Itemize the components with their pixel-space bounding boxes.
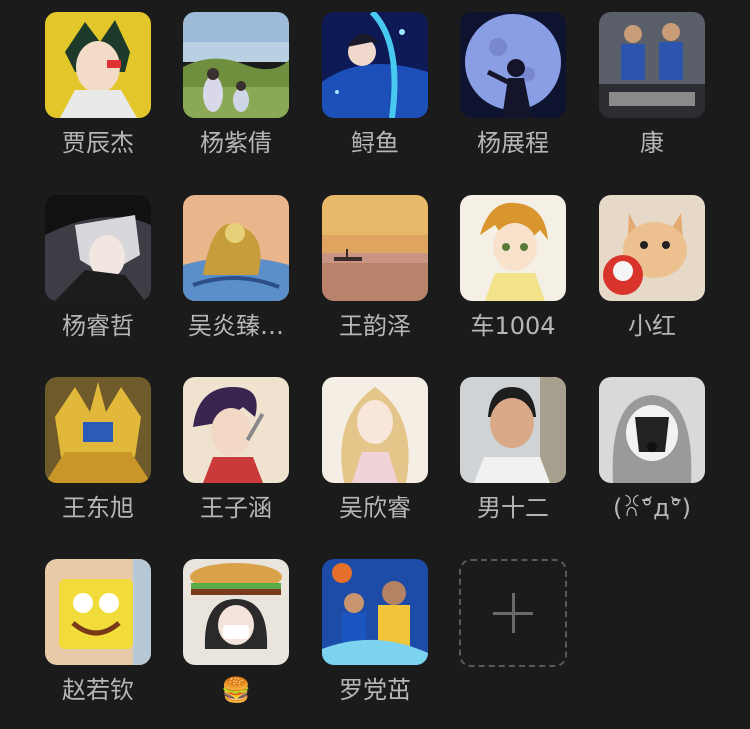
member-tile[interactable]: 🍔: [167, 559, 305, 729]
member-name: 杨展程: [477, 129, 549, 157]
member-avatar[interactable]: [322, 559, 428, 665]
member-tile[interactable]: 杨紫倩: [167, 12, 305, 182]
member-tile[interactable]: (ꐦ°᷄д°᷅): [583, 377, 721, 547]
member-name: 王韵泽: [339, 312, 411, 340]
member-avatar[interactable]: [183, 195, 289, 301]
member-avatar[interactable]: [599, 195, 705, 301]
member-name: 罗党茁: [339, 676, 411, 704]
member-name: 康: [640, 129, 664, 157]
member-tile[interactable]: 吴欣睿: [306, 377, 444, 547]
member-name: 杨紫倩: [200, 129, 272, 157]
member-name: 小红: [628, 312, 676, 340]
member-name: 吴炎臻…: [188, 312, 284, 340]
member-name: 贾辰杰: [62, 129, 134, 157]
member-tile[interactable]: 小红: [583, 195, 721, 365]
member-avatar[interactable]: [460, 377, 566, 483]
member-avatar[interactable]: [183, 12, 289, 118]
member-avatar[interactable]: [45, 559, 151, 665]
member-grid: 贾辰杰 杨紫倩 鲟鱼 杨展程 康 杨睿哲 吴炎臻… 王韵泽 车1004 小红 王…: [0, 0, 750, 725]
member-avatar[interactable]: [322, 195, 428, 301]
member-tile[interactable]: 罗党茁: [306, 559, 444, 729]
member-name: 王东旭: [62, 494, 134, 522]
member-name: 🍔: [221, 676, 251, 704]
member-avatar[interactable]: [45, 377, 151, 483]
member-tile[interactable]: 男十二: [444, 377, 582, 547]
member-avatar[interactable]: [45, 195, 151, 301]
member-tile[interactable]: 鲟鱼: [306, 12, 444, 182]
member-name: 鲟鱼: [351, 129, 399, 157]
member-avatar[interactable]: [599, 12, 705, 118]
member-avatar[interactable]: [45, 12, 151, 118]
member-avatar[interactable]: [460, 195, 566, 301]
member-tile[interactable]: 贾辰杰: [29, 12, 167, 182]
member-tile[interactable]: 康: [583, 12, 721, 182]
member-tile[interactable]: 王子涵: [167, 377, 305, 547]
member-tile[interactable]: 车1004: [444, 195, 582, 365]
member-tile[interactable]: 杨睿哲: [29, 195, 167, 365]
member-tile[interactable]: 吴炎臻…: [167, 195, 305, 365]
member-tile[interactable]: 杨展程: [444, 12, 582, 182]
member-avatar[interactable]: [599, 377, 705, 483]
member-name: 杨睿哲: [62, 312, 134, 340]
member-name: (ꐦ°᷄д°᷅): [612, 494, 692, 522]
add-member-tile[interactable]: [444, 559, 582, 729]
member-name: 王子涵: [200, 494, 272, 522]
member-tile[interactable]: 王韵泽: [306, 195, 444, 365]
member-name: 车1004: [470, 312, 556, 340]
member-tile[interactable]: 赵若钦: [29, 559, 167, 729]
member-avatar[interactable]: [460, 12, 566, 118]
add-member-button[interactable]: [459, 559, 567, 667]
member-avatar[interactable]: [322, 377, 428, 483]
member-avatar[interactable]: [183, 559, 289, 665]
member-avatar[interactable]: [322, 12, 428, 118]
member-name: 男十二: [477, 494, 549, 522]
member-tile[interactable]: 王东旭: [29, 377, 167, 547]
member-name: 吴欣睿: [339, 494, 411, 522]
member-avatar[interactable]: [183, 377, 289, 483]
member-name: 赵若钦: [62, 676, 134, 704]
